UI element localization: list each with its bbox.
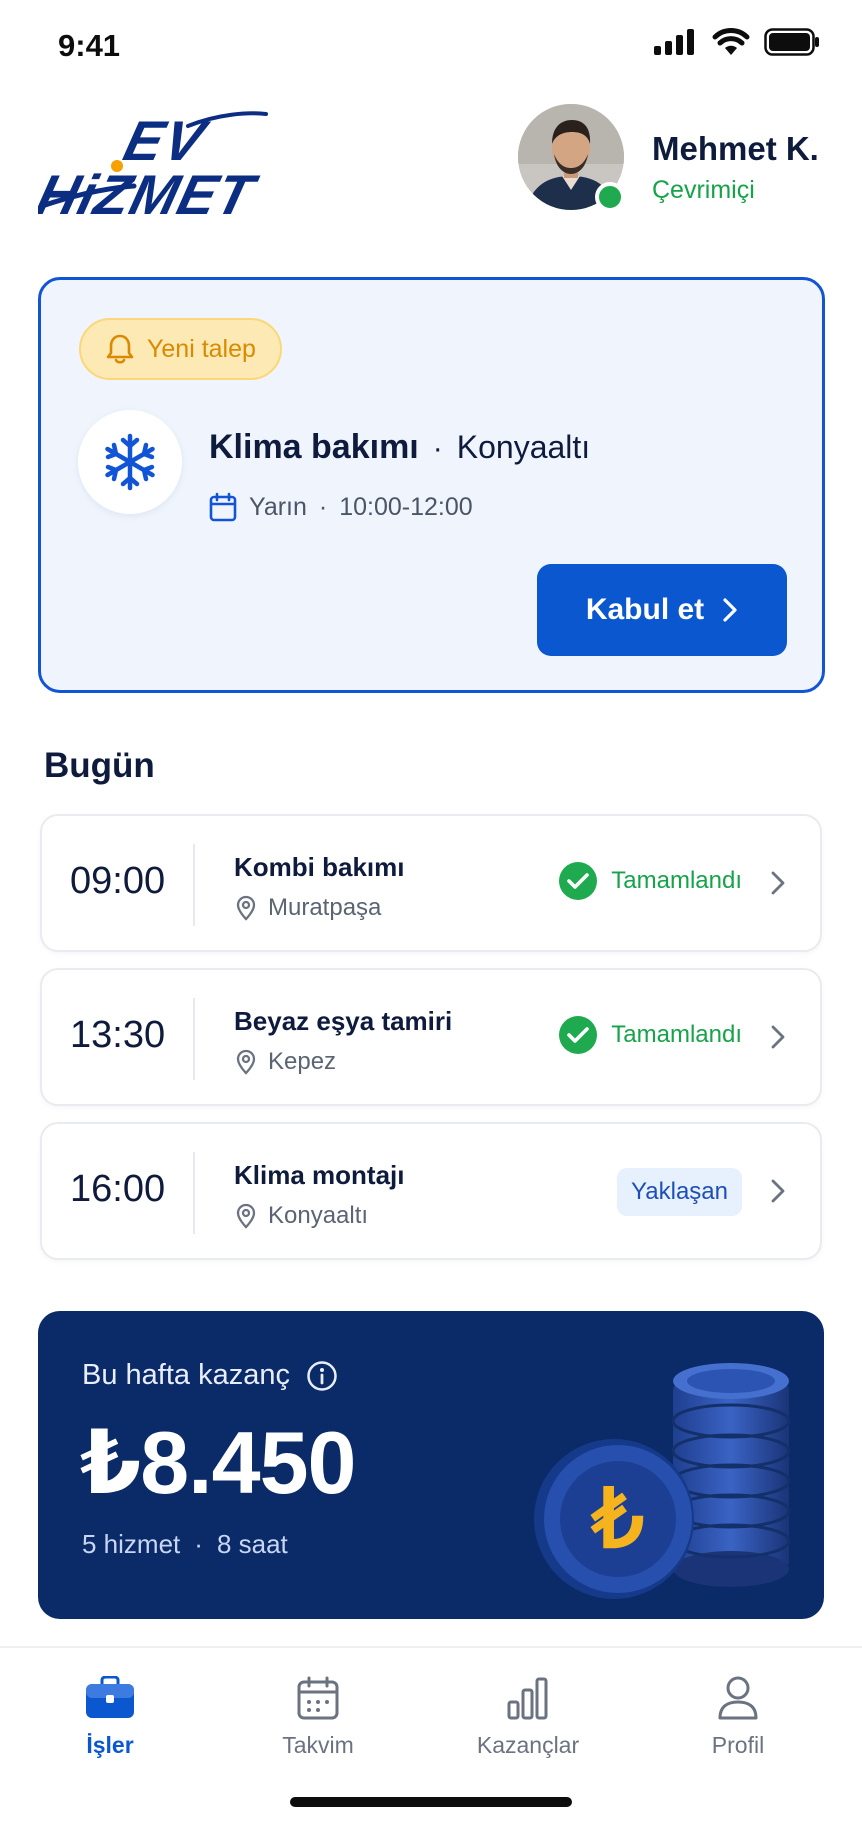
bar-chart-icon [507,1677,548,1720]
job-divider [193,844,195,926]
wifi-icon [712,28,750,55]
status-bar: 9:41 [0,0,862,90]
request-time: 10:00-12:00 [339,492,473,521]
earnings-label-row: Bu hafta kazanç [82,1359,338,1392]
location-pin-icon [236,1049,256,1075]
home-indicator[interactable] [290,1797,572,1807]
job-status: Yaklaşan [617,1168,742,1216]
info-icon[interactable] [306,1360,338,1392]
user-avatar[interactable] [518,104,625,214]
nav-item-jobs[interactable]: İşler [30,1676,190,1759]
location-pin-icon [236,1203,256,1229]
nav-item-calendar[interactable]: Takvim [238,1676,398,1759]
new-request-badge-label: Yeni talep [147,334,256,363]
person-icon [718,1676,758,1720]
earnings-services: 5 hizmet [82,1529,181,1559]
calendar-icon [209,492,237,522]
job-location-row: Kepez [236,1048,336,1076]
earnings-label: Bu hafta kazanç [82,1359,290,1391]
request-separator: · [432,432,443,465]
brand-logo: EV HiZMET [38,111,268,220]
job-location: Kepez [268,1048,337,1075]
coins-icon: ₺ [534,1363,791,1599]
request-day: Yarın [249,492,307,521]
today-section-title: Bugün [44,746,155,785]
earnings-meta: 5 hizmet · 8 saat [82,1529,288,1560]
job-location-row: Muratpaşa [236,894,381,922]
nav-label-profile: Profil [711,1732,765,1758]
brand-logo-line2: HiZMET [38,165,263,220]
new-request-card[interactable]: Yeni talep Klima bakımı · Konyaaltı Yarı… [38,277,825,693]
job-title: Kombi bakımı [234,852,405,882]
user-status: Çevrimiçi [652,176,755,204]
nav-label-calendar: Takvim [282,1732,354,1758]
upcoming-status-badge: Yaklaşan [617,1168,742,1216]
job-title: Klima montajı [234,1160,405,1190]
app-screen: 9:41 EV HiZMET Mehmet K. Çevrimiçi Yeni … [0,0,862,1824]
job-divider [193,1152,195,1234]
job-divider [193,998,195,1080]
job-location: Konyaaltı [268,1202,369,1229]
check-circle-icon [559,1016,598,1054]
location-pin-icon [236,895,256,921]
job-time: 13:30 [70,1014,166,1056]
nav-item-earnings[interactable]: Kazançlar [448,1676,608,1759]
request-title-row: Klima bakımı · Konyaaltı [209,428,590,467]
chevron-right-icon [771,871,785,895]
job-status: Tamamlandı [559,862,742,900]
signal-icon [654,29,694,55]
nav-label-jobs: İşler [86,1732,134,1758]
accept-button-label: Kabul et [585,593,705,626]
coin-lira-symbol: ₺ [590,1474,644,1565]
check-circle-icon [559,862,598,900]
job-status-label: Tamamlandı [611,867,742,894]
job-row[interactable]: 09:00 Kombi bakımı Muratpaşa Tamamlandı [40,814,822,952]
job-row[interactable]: 13:30 Beyaz eşya tamiri Kepez Tamamlandı [40,968,822,1106]
job-time: 09:00 [70,860,166,902]
request-service: Klima bakımı [209,428,419,466]
status-icons [654,28,820,56]
calendar-icon [297,1676,339,1720]
job-title: Beyaz eşya tamiri [234,1006,453,1036]
snowflake-icon [105,433,155,491]
briefcase-icon [86,1676,134,1718]
job-time: 16:00 [70,1168,166,1210]
chevron-right-icon [723,598,737,622]
online-indicator [595,182,625,212]
earnings-amount: ₺8.450 [80,1413,356,1512]
status-time: 9:41 [58,28,121,63]
service-icon-circle [78,410,182,514]
new-request-badge: Yeni talep [79,318,282,380]
nav-label-earnings: Kazançlar [476,1732,580,1758]
nav-item-profile[interactable]: Profil [658,1676,818,1759]
job-location: Muratpaşa [268,894,382,921]
job-status: Tamamlandı [559,1016,742,1054]
earnings-hours: 8 saat [216,1529,288,1559]
job-status-label: Tamamlandı [611,1021,742,1048]
request-location: Konyaaltı [456,429,591,465]
bell-icon [106,334,134,364]
user-name: Mehmet K. [652,130,819,167]
job-row[interactable]: 16:00 Klima montajı Konyaaltı Yaklaşan [40,1122,822,1260]
request-dot: · [318,492,328,521]
accept-button[interactable]: Kabul et [537,564,787,656]
chevron-right-icon [771,1179,785,1203]
job-location-row: Konyaaltı [236,1202,368,1230]
earnings-dot: · [194,1529,203,1559]
weekly-earnings-card[interactable]: Bu hafta kazanç ₺8.450 5 hizmet · 8 saat [38,1311,824,1619]
battery-icon [764,28,819,56]
request-schedule: Yarın · 10:00-12:00 [209,492,473,522]
chevron-right-icon [771,1025,785,1049]
